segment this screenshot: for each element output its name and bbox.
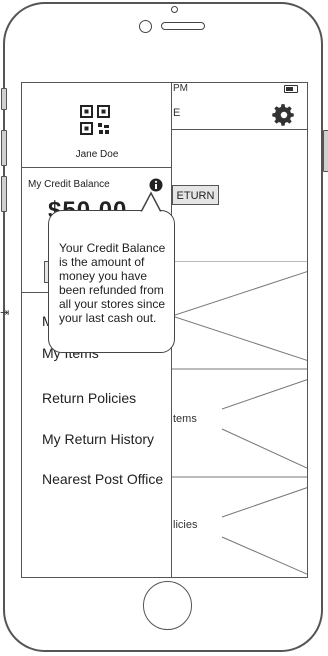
front-sensor <box>171 6 178 13</box>
menu-item-nearest-post-office[interactable]: Nearest Post Office <box>42 471 163 487</box>
phone-screen: PM E ETURN tems licies Jane Doe My Credi… <box>21 82 308 578</box>
qr-code-icon[interactable] <box>80 105 110 135</box>
panel-label: licies <box>173 519 198 531</box>
mute-switch <box>1 88 7 110</box>
power-button <box>323 130 328 172</box>
volume-up-button <box>1 130 7 166</box>
credit-balance-label: My Credit Balance <box>28 179 110 190</box>
status-time: PM <box>173 83 188 94</box>
menu-item-return-policies[interactable]: Return Policies <box>42 390 136 406</box>
menu-item-return-history[interactable]: My Return History <box>42 431 154 447</box>
user-name: Jane Doe <box>75 149 119 160</box>
front-camera <box>139 20 152 33</box>
battery-icon <box>284 85 298 93</box>
start-return-button[interactable]: ETURN <box>172 185 219 205</box>
drawer-divider <box>22 167 172 168</box>
home-button[interactable] <box>143 581 192 630</box>
app-title: E <box>173 107 181 119</box>
credit-balance-tooltip: Your Credit Balance is the amount of mon… <box>48 210 175 353</box>
info-icon[interactable] <box>149 178 163 192</box>
gear-icon[interactable] <box>271 102 297 128</box>
volume-down-button <box>1 176 7 212</box>
earpiece-speaker <box>161 22 205 30</box>
header-divider <box>172 129 307 130</box>
tooltip-pointer <box>139 191 163 213</box>
tooltip-text: Your Credit Balance is the amount of mon… <box>59 241 166 325</box>
external-arrow-icon: ⇥ <box>0 307 10 319</box>
panel-label: tems <box>173 413 197 425</box>
placeholder-image <box>172 261 307 370</box>
